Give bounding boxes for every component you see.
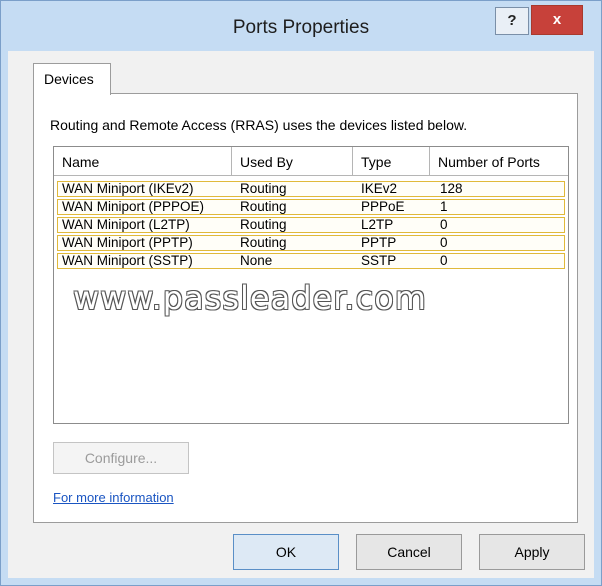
device-type: IKEv2 (361, 181, 398, 196)
column-header-used-by[interactable]: Used By (232, 147, 353, 176)
device-name: WAN Miniport (IKEv2) (62, 181, 194, 196)
device-used-by: Routing (240, 217, 287, 232)
device-used-by: Routing (240, 181, 287, 196)
device-used-by: None (240, 253, 273, 268)
device-ports: 128 (440, 181, 463, 196)
ports-properties-dialog: Ports Properties ? x Devices Routing and… (0, 0, 602, 586)
ok-button[interactable]: OK (233, 534, 339, 570)
column-header-name[interactable]: Name (54, 147, 232, 176)
help-button[interactable]: ? (495, 7, 529, 35)
device-name: WAN Miniport (PPTP) (62, 235, 193, 250)
device-name: WAN Miniport (PPPOE) (62, 199, 205, 214)
column-header-type[interactable]: Type (353, 147, 430, 176)
title-bar[interactable]: Ports Properties ? x (1, 1, 601, 51)
device-row[interactable]: WAN Miniport (L2TP) Routing L2TP 0 (57, 217, 565, 233)
device-type: PPPoE (361, 199, 405, 214)
device-ports: 1 (440, 199, 448, 214)
device-row[interactable]: WAN Miniport (PPTP) Routing PPTP 0 (57, 235, 565, 251)
device-type: L2TP (361, 217, 394, 232)
column-header-number-of-ports[interactable]: Number of Ports (430, 147, 568, 176)
close-button[interactable]: x (531, 5, 583, 35)
device-ports: 0 (440, 235, 448, 250)
device-ports: 0 (440, 253, 448, 268)
device-name: WAN Miniport (SSTP) (62, 253, 193, 268)
device-name: WAN Miniport (L2TP) (62, 217, 190, 232)
tab-devices[interactable]: Devices (33, 63, 111, 95)
device-row[interactable]: WAN Miniport (PPPOE) Routing PPPoE 1 (57, 199, 565, 215)
devices-description: Routing and Remote Access (RRAS) uses th… (50, 117, 468, 133)
device-row[interactable]: WAN Miniport (IKEv2) Routing IKEv2 128 (57, 181, 565, 197)
more-information-link[interactable]: For more information (53, 490, 174, 505)
configure-button[interactable]: Configure... (53, 442, 189, 474)
devices-list-header: Name Used By Type Number of Ports (54, 147, 568, 177)
device-used-by: Routing (240, 199, 287, 214)
device-type: SSTP (361, 253, 397, 268)
apply-button[interactable]: Apply (479, 534, 585, 570)
device-row[interactable]: WAN Miniport (SSTP) None SSTP 0 (57, 253, 565, 269)
device-type: PPTP (361, 235, 397, 250)
watermark-text: www.passleader.com (73, 279, 427, 317)
cancel-button[interactable]: Cancel (356, 534, 462, 570)
device-ports: 0 (440, 217, 448, 232)
device-used-by: Routing (240, 235, 287, 250)
